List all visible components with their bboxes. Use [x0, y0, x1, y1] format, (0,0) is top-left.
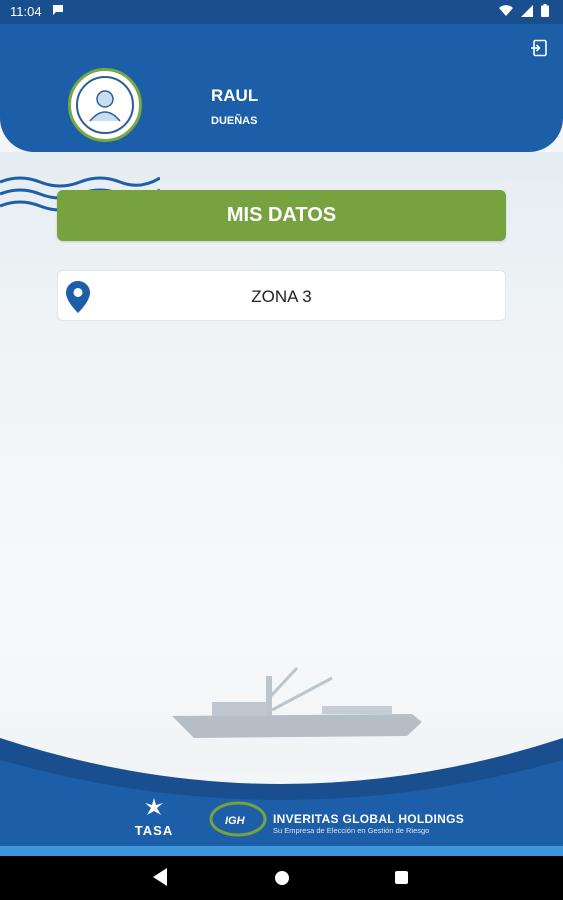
footer-line [0, 846, 563, 856]
recent-apps-icon[interactable] [395, 871, 408, 884]
back-icon[interactable] [153, 868, 167, 886]
profile-header: RAUL DUEÑAS [0, 24, 563, 152]
user-name: RAUL [211, 86, 259, 105]
battery-icon [541, 4, 549, 17]
igh-title: INVERITAS GLOBAL HOLDINGS [273, 812, 465, 826]
avatar-icon [76, 76, 134, 134]
tasa-logo: TASA [128, 796, 180, 838]
zone-card[interactable]: ZONA 3 [57, 270, 506, 321]
signal-icon [521, 4, 533, 17]
igh-logo: IGH [209, 801, 267, 837]
mis-datos-button[interactable]: MIS DATOS [57, 190, 506, 241]
user-role: DUEÑAS [211, 115, 258, 127]
igh-subtitle: Su Empresa de Elección en Gestión de Rie… [273, 826, 430, 835]
svg-text:IGH: IGH [225, 815, 246, 827]
logout-button[interactable] [529, 38, 549, 58]
logout-icon [531, 39, 547, 57]
navigation-bar [0, 856, 563, 900]
avatar [68, 68, 142, 142]
wifi-icon [499, 4, 513, 16]
zone-label: ZONA 3 [251, 287, 312, 306]
status-bar: 11:04 [0, 0, 563, 24]
tasa-label: TASA [134, 823, 174, 838]
home-icon[interactable] [275, 871, 289, 885]
status-icons [499, 4, 549, 17]
chat-icon [52, 4, 64, 19]
status-time: 11:04 [10, 4, 42, 19]
